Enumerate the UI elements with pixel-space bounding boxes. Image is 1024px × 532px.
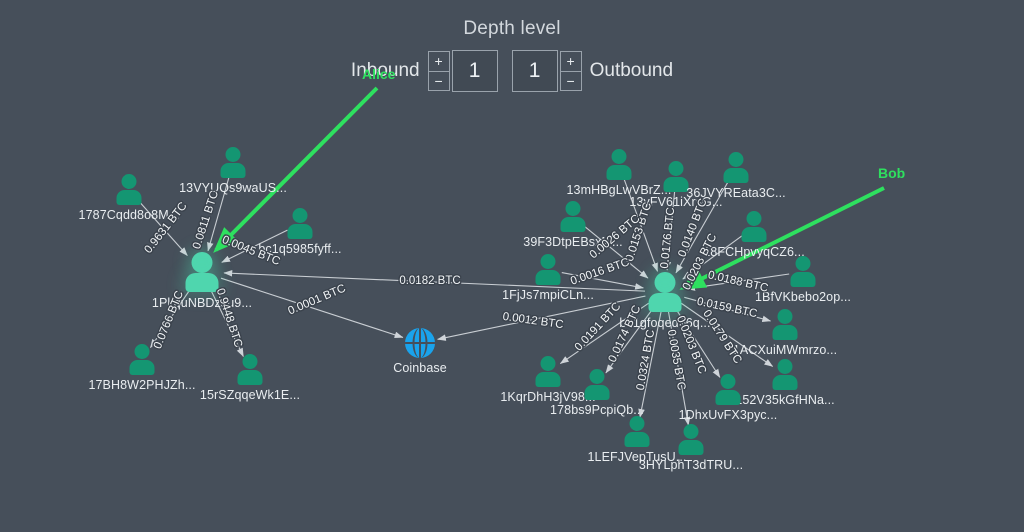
person-head bbox=[668, 161, 684, 176]
node-label: 3HYLphT3dTRU... bbox=[638, 458, 744, 472]
person-head bbox=[565, 201, 581, 216]
graph-edges-layer bbox=[137, 86, 885, 426]
node-label: 13VYUQs9waUS... bbox=[179, 181, 287, 195]
person-body bbox=[185, 273, 219, 292]
person-icon bbox=[283, 208, 317, 240]
person-icon bbox=[768, 309, 802, 341]
person-body bbox=[790, 272, 816, 287]
person-body bbox=[648, 293, 682, 312]
person-head bbox=[292, 208, 308, 223]
person-body bbox=[560, 217, 586, 232]
person-body bbox=[116, 190, 142, 205]
person-body bbox=[772, 325, 798, 340]
graph-explorer-app: Depth level Inbound + − 1 1 + − Outbound bbox=[0, 0, 1024, 532]
person-body bbox=[678, 440, 704, 455]
graph-edge[interactable] bbox=[561, 272, 644, 290]
graph-edge[interactable] bbox=[437, 295, 646, 341]
graph-edge[interactable] bbox=[583, 225, 649, 279]
person-body bbox=[715, 390, 741, 405]
bob-annotation-label: Bob bbox=[878, 165, 906, 181]
node-label: bc1gfoqed76q... bbox=[619, 316, 711, 330]
person-icon bbox=[233, 354, 267, 386]
node-label: 178bs9PcpiQb... bbox=[550, 403, 644, 417]
person-icon bbox=[719, 152, 753, 184]
person-head bbox=[134, 344, 150, 359]
node-label: 1DhxUvFX3pyc... bbox=[678, 408, 778, 422]
person-head bbox=[225, 147, 241, 162]
person-icon bbox=[125, 344, 159, 376]
graph-edge[interactable] bbox=[681, 302, 774, 367]
person-head bbox=[121, 174, 137, 189]
person-head bbox=[589, 369, 605, 384]
person-head bbox=[191, 252, 213, 273]
person-body bbox=[584, 385, 610, 400]
person-head bbox=[777, 359, 793, 374]
person-head bbox=[654, 272, 676, 293]
node-label: 1BfVKbebo2op... bbox=[754, 290, 852, 304]
node-label: 36JVYREata3C... bbox=[686, 186, 786, 200]
person-body bbox=[129, 360, 155, 375]
person-body bbox=[237, 370, 263, 385]
person-head bbox=[795, 256, 811, 271]
globe-arc bbox=[412, 328, 428, 358]
person-body bbox=[723, 168, 749, 183]
person-icon bbox=[182, 252, 222, 292]
person-body bbox=[535, 270, 561, 285]
person-body bbox=[663, 177, 689, 192]
node-label: 1ACXuiMWmrzo... bbox=[732, 343, 838, 357]
alice-annotation-label: Alice bbox=[362, 66, 396, 82]
node-label: 39F3DtpEBsxM... bbox=[523, 235, 623, 249]
node-label: 1FjJs7mpiCLn... bbox=[502, 288, 594, 302]
node-label: 17BH8W2PHJZh... bbox=[88, 378, 196, 392]
person-head bbox=[746, 211, 762, 226]
node-label: bc1q5985fyff... bbox=[258, 242, 342, 256]
person-head bbox=[611, 149, 627, 164]
person-icon bbox=[531, 356, 565, 388]
person-head bbox=[683, 424, 699, 439]
person-body bbox=[220, 163, 246, 178]
node-label: Coinbase bbox=[393, 361, 447, 375]
person-body bbox=[772, 375, 798, 390]
person-icon bbox=[768, 359, 802, 391]
person-body bbox=[287, 224, 313, 239]
person-icon bbox=[556, 201, 590, 233]
person-icon bbox=[216, 147, 250, 179]
globe-icon bbox=[405, 328, 435, 358]
person-body bbox=[535, 372, 561, 387]
person-head bbox=[728, 152, 744, 167]
person-head bbox=[629, 416, 645, 431]
person-head bbox=[540, 356, 556, 371]
graph-edge[interactable] bbox=[686, 273, 790, 291]
person-body bbox=[624, 432, 650, 447]
person-icon bbox=[620, 416, 654, 448]
person-body bbox=[741, 227, 767, 242]
person-icon bbox=[602, 149, 636, 181]
person-head bbox=[540, 254, 556, 269]
person-head bbox=[720, 374, 736, 389]
person-icon bbox=[112, 174, 146, 206]
transaction-graph[interactable]: 1PkquNBDzJu9... bc1gfoqed76q... Coinbase 13… bbox=[0, 0, 1024, 532]
person-icon bbox=[711, 374, 745, 406]
person-head bbox=[242, 354, 258, 369]
person-head bbox=[777, 309, 793, 324]
node-label: 15rSZqqeWk1E... bbox=[199, 388, 301, 402]
person-icon bbox=[645, 272, 685, 312]
person-body bbox=[606, 165, 632, 180]
node-label: 152V35kGfHNa... bbox=[735, 393, 835, 407]
person-icon bbox=[786, 256, 820, 288]
person-icon bbox=[737, 211, 771, 243]
person-icon bbox=[580, 369, 614, 401]
person-icon bbox=[674, 424, 708, 456]
person-icon bbox=[531, 254, 565, 286]
node-label: 1787Cqdd8o8M... bbox=[78, 208, 180, 222]
node-label: 1PkquNBDzJu9... bbox=[151, 296, 253, 310]
